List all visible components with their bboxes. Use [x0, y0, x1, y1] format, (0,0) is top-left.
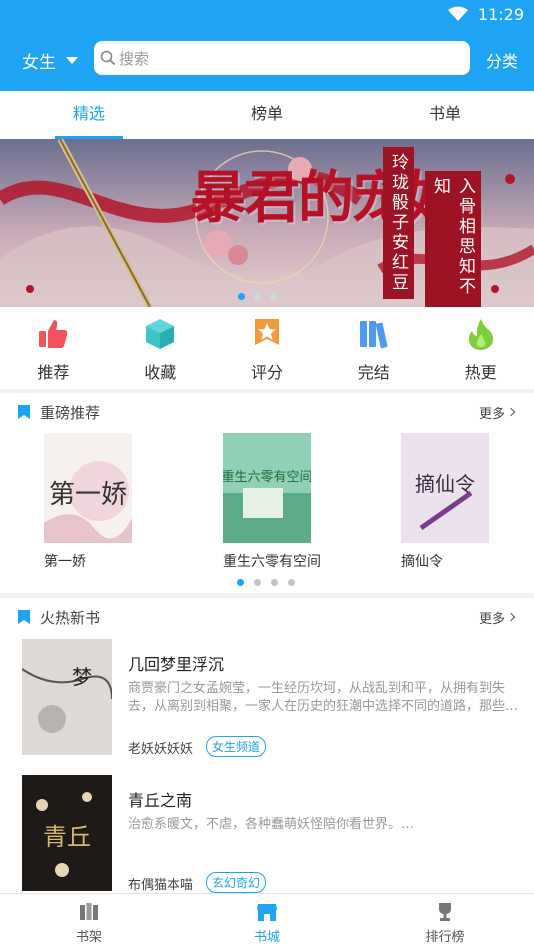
book-title: 青丘之南	[128, 791, 193, 810]
featured-pager	[237, 579, 295, 586]
book-cover: 青丘	[22, 775, 112, 891]
bottom-nav-bookstore[interactable]: 书城	[178, 894, 356, 949]
bottom-nav-ranking[interactable]: 排行榜	[356, 894, 534, 949]
book-title: 摘仙令	[401, 554, 443, 570]
quick-nav-completed[interactable]: 完结	[320, 307, 427, 389]
category-button[interactable]: 分类	[486, 48, 518, 72]
tab-featured[interactable]: 精选	[0, 91, 178, 139]
promo-banner[interactable]: 暴君的宠姬 玲珑骰子安红豆 入骨相思知不知	[0, 139, 534, 307]
quick-nav-label: 评分	[250, 363, 283, 382]
more-label: 更多	[478, 611, 505, 627]
more-label: 更多	[478, 406, 505, 422]
pager-dot[interactable]	[271, 579, 278, 586]
quick-nav-label: 完结	[357, 363, 390, 382]
bookmark-icon	[18, 405, 30, 419]
top-bar: 女生 搜索 分类	[0, 40, 534, 76]
wifi-icon	[448, 6, 468, 21]
book-tag[interactable]: 玄幻奇幻	[206, 872, 267, 893]
search-placeholder: 搜索	[119, 49, 150, 68]
svg-text:青丘: 青丘	[43, 823, 91, 851]
book-list-item[interactable]: 青丘 青丘之南 治愈系暖文，不虐，各种蠢萌妖怪陪你看世界。… 布偶猫本喵 玄幻奇…	[22, 775, 522, 905]
flame-icon	[468, 319, 493, 350]
tab-booklists[interactable]: 书单	[356, 91, 534, 139]
section-tabs: 精选 榜单 书单	[0, 91, 534, 139]
pager-dot[interactable]	[238, 293, 245, 300]
pager-dot[interactable]	[288, 579, 295, 586]
banner-poem-line-2: 入骨相思知不知	[425, 171, 481, 307]
caret-down-icon	[66, 57, 78, 64]
svg-text:梦: 梦	[72, 665, 92, 689]
book-title: 重生六零有空间	[223, 554, 321, 570]
bookmark-icon	[18, 610, 30, 624]
book-cover: 梦	[22, 639, 112, 755]
section-header: 重磅推荐 更多	[0, 393, 534, 431]
book-description: 商贾豪门之女孟婉莹，一生经历坎坷，从战乱到和平，从拥有到失去，从离别到相聚，一家…	[128, 681, 519, 714]
bottom-nav-bookshelf[interactable]: 书架	[0, 894, 178, 949]
thumbs-up-icon	[39, 320, 68, 348]
book-cover: 摘仙令	[401, 433, 489, 543]
quick-nav-collect[interactable]: 收藏	[107, 307, 214, 389]
featured-book[interactable]: 摘仙令 摘仙令	[401, 433, 511, 571]
star-ribbon-icon	[254, 319, 279, 345]
more-link[interactable]: 更多	[478, 403, 516, 422]
quick-nav-rating[interactable]: 评分	[214, 307, 321, 389]
bottom-nav-label: 书城	[253, 930, 280, 945]
app-header: 11:29 女生 搜索 分类	[0, 0, 534, 91]
chevron-right-icon	[506, 612, 516, 622]
quick-nav-label: 推荐	[37, 363, 70, 382]
section-title: 火热新书	[40, 608, 101, 627]
bottom-nav: 书架 书城 排行榜	[0, 893, 534, 949]
app-screen: 11:29 女生 搜索 分类 精选 榜单 书单 暴君的宠姬 玲珑骰子安红豆 入骨…	[0, 0, 534, 949]
featured-carousel: 第一娇 第一娇 重生六零有空间 重生六零有空间 摘仙令 摘仙令	[0, 431, 534, 591]
book-list-item[interactable]: 梦 几回梦里浮沉 商贾豪门之女孟婉莹，一生经历坎坷，从战乱到和平，从拥有到失去，…	[22, 639, 522, 769]
status-bar: 11:29	[0, 0, 534, 30]
featured-section: 重磅推荐 更多 第一娇 第一娇 重生六零有空间 重生六零有空间 摘仙令 摘仙令	[0, 393, 534, 593]
gender-label: 女生	[22, 53, 56, 73]
quick-nav-recommend[interactable]: 推荐	[0, 307, 107, 389]
books-icon	[359, 321, 388, 349]
search-icon	[100, 50, 116, 66]
book-author: 布偶猫本喵	[128, 878, 194, 893]
gender-selector[interactable]: 女生	[22, 48, 78, 73]
section-title: 重磅推荐	[40, 403, 101, 422]
pager-dot[interactable]	[270, 293, 277, 300]
section-header: 火热新书 更多	[0, 598, 534, 636]
status-time: 11:29	[477, 5, 524, 24]
tab-rankings[interactable]: 榜单	[178, 91, 356, 139]
pager-dot[interactable]	[254, 293, 261, 300]
quick-nav-hot-updates[interactable]: 热更	[427, 307, 534, 389]
book-tag[interactable]: 女生频道	[206, 736, 267, 757]
bookshelf-icon	[80, 903, 98, 920]
quick-nav: 推荐 收藏 评分 完结 热更	[0, 307, 534, 389]
hot-new-section: 火热新书 更多 梦 几回梦里浮沉 商贾豪门之女孟婉莹，一生经历坎坷，从战乱到和平…	[0, 598, 534, 894]
quick-nav-label: 收藏	[144, 363, 177, 382]
banner-title: 暴君的宠姬	[190, 165, 462, 231]
featured-book[interactable]: 重生六零有空间 重生六零有空间	[223, 433, 333, 571]
trophy-icon	[439, 903, 451, 921]
search-input[interactable]: 搜索	[94, 41, 470, 75]
book-cover: 第一娇	[44, 433, 132, 543]
cube-icon	[146, 319, 175, 349]
bottom-nav-label: 书架	[75, 930, 102, 945]
quick-nav-label: 热更	[464, 363, 497, 382]
featured-book[interactable]: 第一娇 第一娇	[44, 433, 154, 571]
banner-poem-line-1: 玲珑骰子安红豆	[383, 147, 414, 299]
bottom-nav-label: 排行榜	[425, 930, 465, 945]
book-author: 老妖妖妖妖	[128, 742, 194, 757]
banner-pager	[238, 293, 277, 300]
cover-title: 第一娇	[49, 480, 127, 510]
book-cover: 重生六零有空间	[223, 433, 311, 543]
store-icon	[257, 904, 277, 921]
more-link[interactable]: 更多	[478, 608, 516, 627]
book-title: 几回梦里浮沉	[128, 655, 225, 674]
pager-dot[interactable]	[254, 579, 261, 586]
chevron-right-icon	[506, 407, 516, 417]
book-description: 治愈系暖文，不虐，各种蠢萌妖怪陪你看世界。…	[128, 817, 415, 832]
cover-title: 重生六零有空间	[223, 469, 311, 485]
cover-title: 摘仙令	[415, 472, 475, 496]
book-title: 第一娇	[44, 554, 86, 570]
pager-dot[interactable]	[237, 579, 244, 586]
